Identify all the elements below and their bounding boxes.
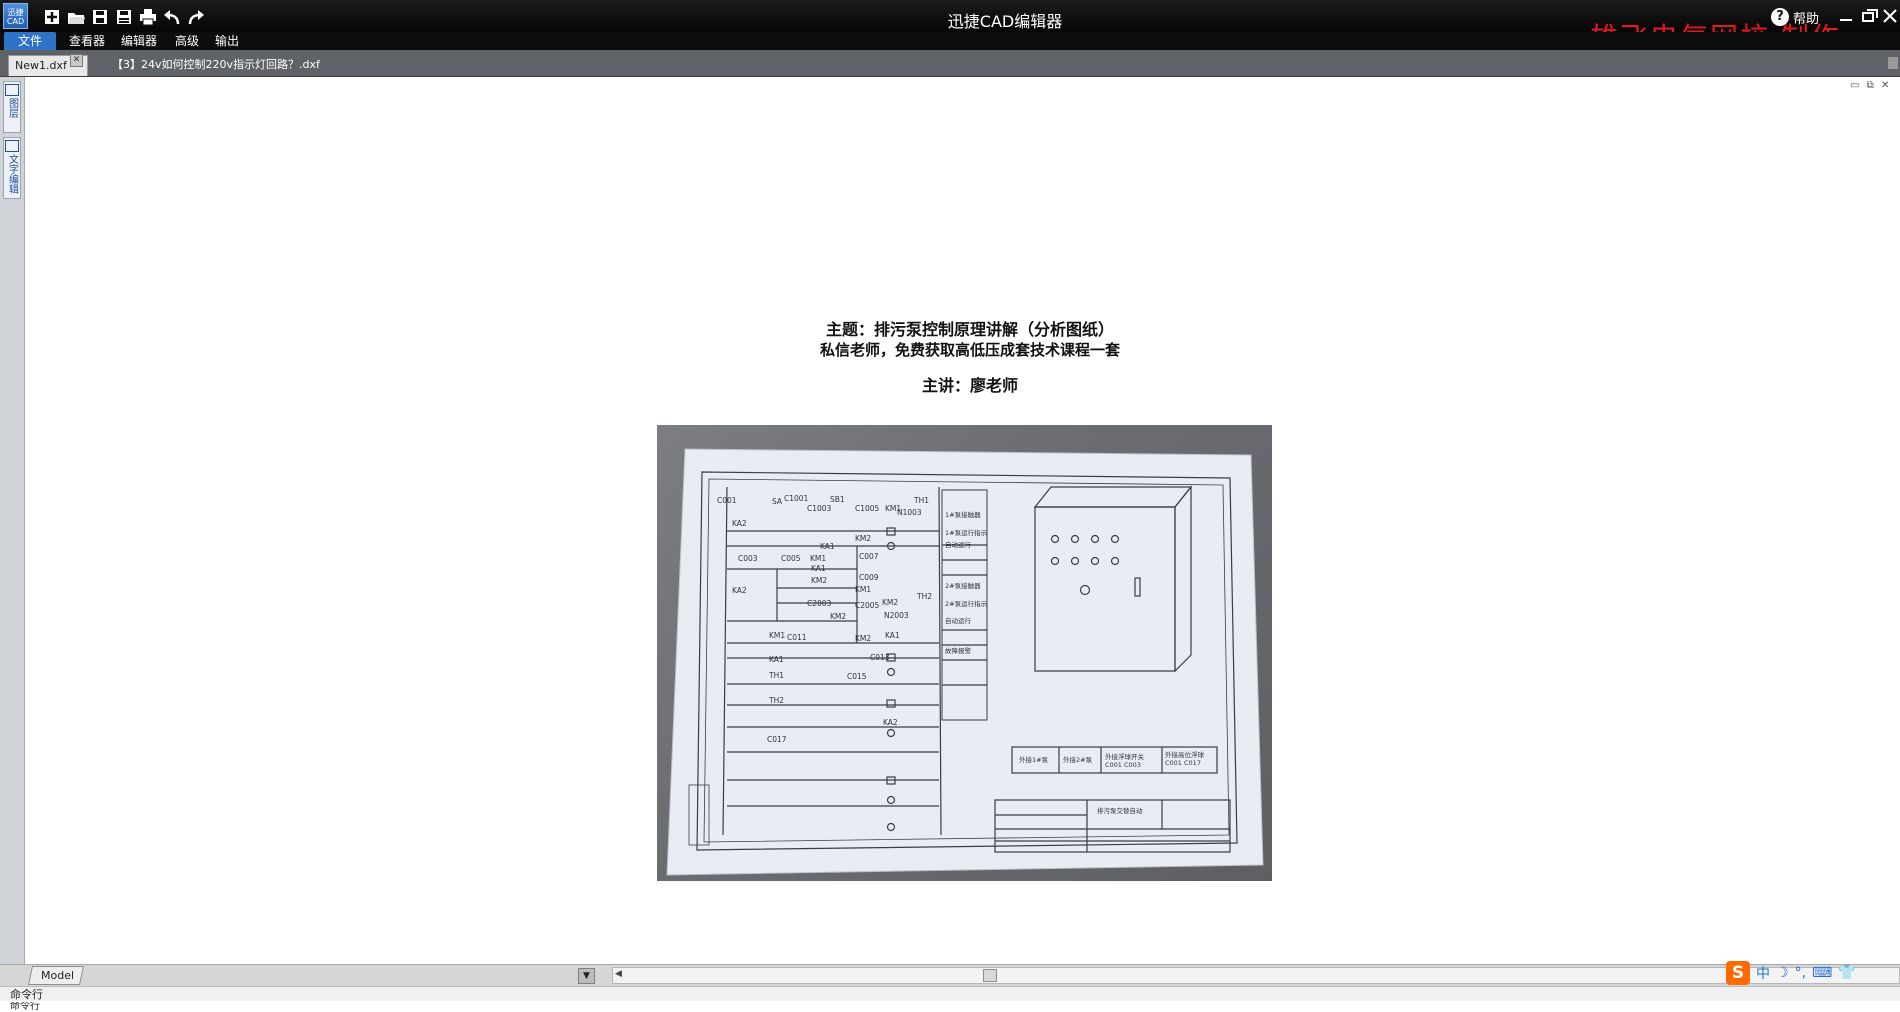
command-line-label: 命令行 (0, 986, 1900, 1001)
label-ka1-b: KA1 (811, 564, 826, 573)
schematic-photo: SA SB1 KM1 TH1 C001 C1001 C1003 C1005 N1… (657, 425, 1272, 881)
label-km1-b: KM1 (810, 554, 826, 563)
menu-bar: 文件 查看器 编辑器 高级 输出 (0, 32, 1900, 50)
label-ka2-a: KA2 (732, 519, 747, 528)
caption-subtitle: 私信老师，免费获取高低压成套技术课程一套 (819, 341, 1120, 359)
tab-close-icon[interactable]: ✕ (70, 54, 83, 67)
ime-punctuation-icon[interactable]: °, (1795, 965, 1806, 981)
model-tab-label: Model (41, 969, 75, 982)
label-col3: 自动运行 (945, 540, 972, 549)
ime-chinese-mode[interactable]: 中 (1756, 963, 1770, 983)
label-th1-b: TH1 (768, 671, 784, 680)
sogou-ime-icon[interactable]: S (1726, 961, 1750, 985)
label-bt3: 外接浮球开关 C001 C003 (1105, 752, 1145, 769)
layers-panel-label: 图层 (6, 98, 18, 118)
tab-file-24v[interactable]: 【3】24v如何控制220v指示灯回路？.dxf (112, 55, 320, 76)
schematic-photo-drawing: SA SB1 KM1 TH1 C001 C1001 C1003 C1005 N1… (666, 448, 1264, 876)
label-col4: 2#泵接触器 (945, 581, 981, 590)
label-c2005: C2005 (855, 601, 880, 610)
label-c1005: C1005 (855, 504, 880, 513)
layers-icon (5, 84, 19, 96)
label-c011: C011 (787, 633, 807, 642)
text-edit-icon (5, 140, 19, 152)
label-ka2-c: KA2 (883, 718, 898, 727)
command-line-input[interactable]: 命令行 (0, 1002, 1900, 1012)
label-n2003: N2003 (884, 611, 909, 620)
label-th2: TH2 (916, 592, 932, 601)
label-col6: 自动运行 (945, 616, 972, 625)
label-ka1-d: KA1 (769, 655, 784, 664)
ime-skin-icon[interactable]: 👕 (1838, 965, 1855, 981)
tab-label: New1.dxf (15, 59, 67, 72)
label-tb-title: 排污泵交替自动 (1097, 806, 1143, 815)
label-km2-c: KM2 (882, 598, 898, 607)
label-sa: SA (772, 497, 783, 506)
label-km2-e: KM2 (855, 634, 871, 643)
document-window-controls[interactable]: ▭ ⧉ ✕ (1850, 80, 1891, 91)
label-bt1: 外接1#泵 (1019, 755, 1049, 764)
label-km1-d: KM1 (769, 631, 785, 640)
document-tab-strip: New1.dxf ✕ 【3】24v如何控制220v指示灯回路？.dxf (0, 50, 1900, 77)
label-sb1: SB1 (830, 495, 845, 504)
label-th1: TH1 (913, 496, 929, 505)
label-n1003: N1003 (897, 508, 922, 517)
label-c003: C003 (738, 554, 758, 563)
label-c017: C017 (767, 735, 787, 744)
label-ka1-c: KA1 (885, 631, 900, 640)
label-c2003: C2003 (807, 599, 832, 608)
text-edit-panel-button[interactable]: 文字编辑 (3, 137, 21, 199)
close-icon[interactable] (1880, 8, 1900, 24)
caption-title: 主题：排污泵控制原理讲解（分析图纸） (825, 320, 1114, 339)
label-c1001: C1001 (784, 494, 809, 503)
scroll-left-icon[interactable]: ◀ (615, 969, 622, 979)
label-c013: C013 (870, 653, 890, 662)
menu-file[interactable]: 文件 (4, 32, 56, 50)
label-c007: C007 (859, 552, 879, 561)
restore-icon[interactable] (1860, 8, 1880, 24)
caption-teacher: 主讲：廖老师 (921, 376, 1018, 395)
ime-toolbar[interactable]: S 中 ☽ °, ⌨ 👕 (1726, 960, 1900, 986)
label-c1003: C1003 (807, 504, 832, 513)
label-km1-c: KM1 (855, 585, 871, 594)
menu-advanced[interactable]: 高级 (175, 32, 199, 50)
horizontal-scrollbar[interactable]: ◀ (612, 967, 1900, 984)
tab-model[interactable]: Model (27, 966, 85, 985)
left-side-panel: 图层 文字编辑 (0, 77, 25, 985)
bottom-bar: Model ▼ ◀ (0, 964, 1900, 987)
label-col2: 1#泵运行指示 (945, 528, 988, 537)
label-bt4: 外接高位浮球 C001 C017 (1165, 750, 1205, 767)
layout-tabs-dropdown[interactable]: ▼ (578, 968, 595, 984)
label-bt2: 外接2#泵 (1063, 755, 1093, 764)
label-c005: C005 (781, 554, 801, 563)
label-c001: C001 (717, 496, 737, 505)
label-c015: C015 (847, 672, 867, 681)
menu-viewer[interactable]: 查看器 (69, 32, 105, 50)
text-edit-panel-label: 文字编辑 (6, 154, 18, 194)
ime-keyboard-icon[interactable]: ⌨ (1812, 965, 1832, 981)
label-ka1-a: KA1 (820, 542, 835, 551)
ime-moon-icon[interactable]: ☽ (1776, 965, 1789, 981)
label-km2-a: KM2 (855, 534, 871, 543)
menu-editor[interactable]: 编辑器 (121, 32, 157, 50)
label-ka2-b: KA2 (732, 586, 747, 595)
label-km2-b: KM2 (811, 576, 827, 585)
menu-output[interactable]: 输出 (215, 32, 239, 50)
label-col1: 1#泵接触器 (945, 510, 981, 519)
label-col5: 2#泵运行指示 (945, 599, 988, 608)
layers-panel-button[interactable]: 图层 (3, 81, 21, 133)
label-km2-d: KM2 (830, 612, 846, 621)
label-col7: 故障报警 (945, 646, 972, 655)
scrollbar-thumb[interactable] (983, 969, 997, 982)
label-c009: C009 (859, 573, 879, 582)
tab-scroll-right-button[interactable] (1888, 57, 1898, 69)
label-th2-b: TH2 (768, 696, 784, 705)
